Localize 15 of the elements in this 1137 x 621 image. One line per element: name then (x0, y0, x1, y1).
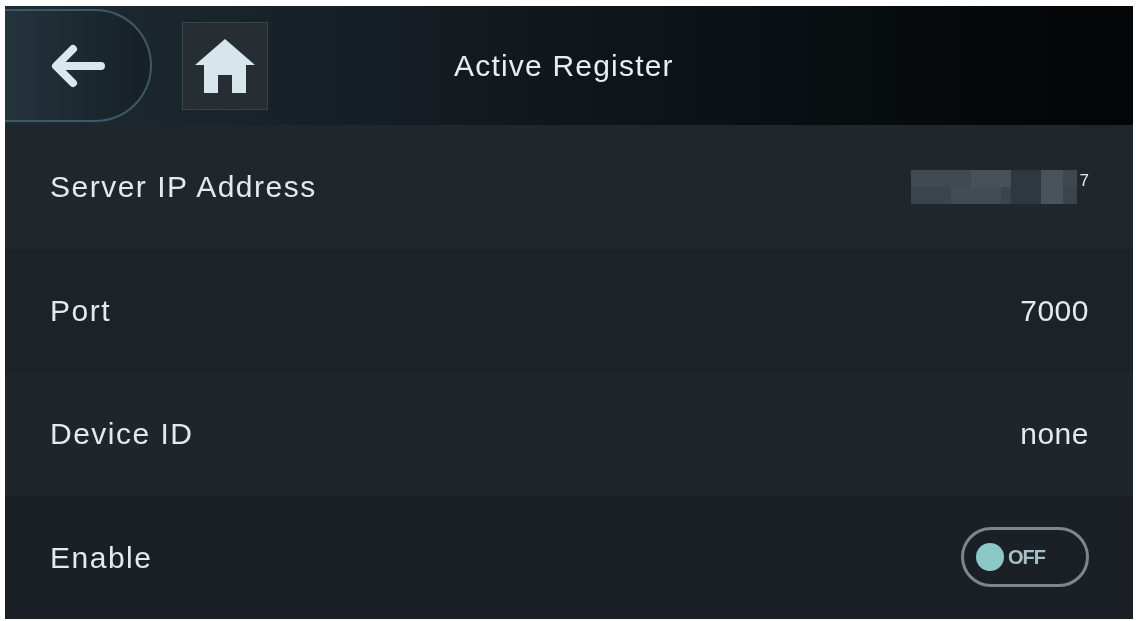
setting-label: Device ID (50, 416, 194, 453)
setting-label: Port (50, 292, 112, 329)
setting-label: Enable (50, 539, 153, 576)
setting-label: Server IP Address (50, 169, 317, 206)
toggle-knob-icon (976, 543, 1004, 572)
screen-title: Active Register (454, 48, 674, 84)
toggle-switch[interactable]: OFF (961, 527, 1089, 588)
settings-row[interactable]: Server IP Address 7 (5, 125, 1133, 249)
setting-value: none (1020, 416, 1089, 453)
home-button[interactable] (182, 21, 268, 110)
back-arrow-icon (49, 43, 105, 88)
home-icon (193, 36, 257, 95)
setting-value: 7000 (1020, 292, 1089, 329)
setting-value: 7 (1079, 171, 1089, 189)
back-button[interactable] (5, 9, 152, 122)
